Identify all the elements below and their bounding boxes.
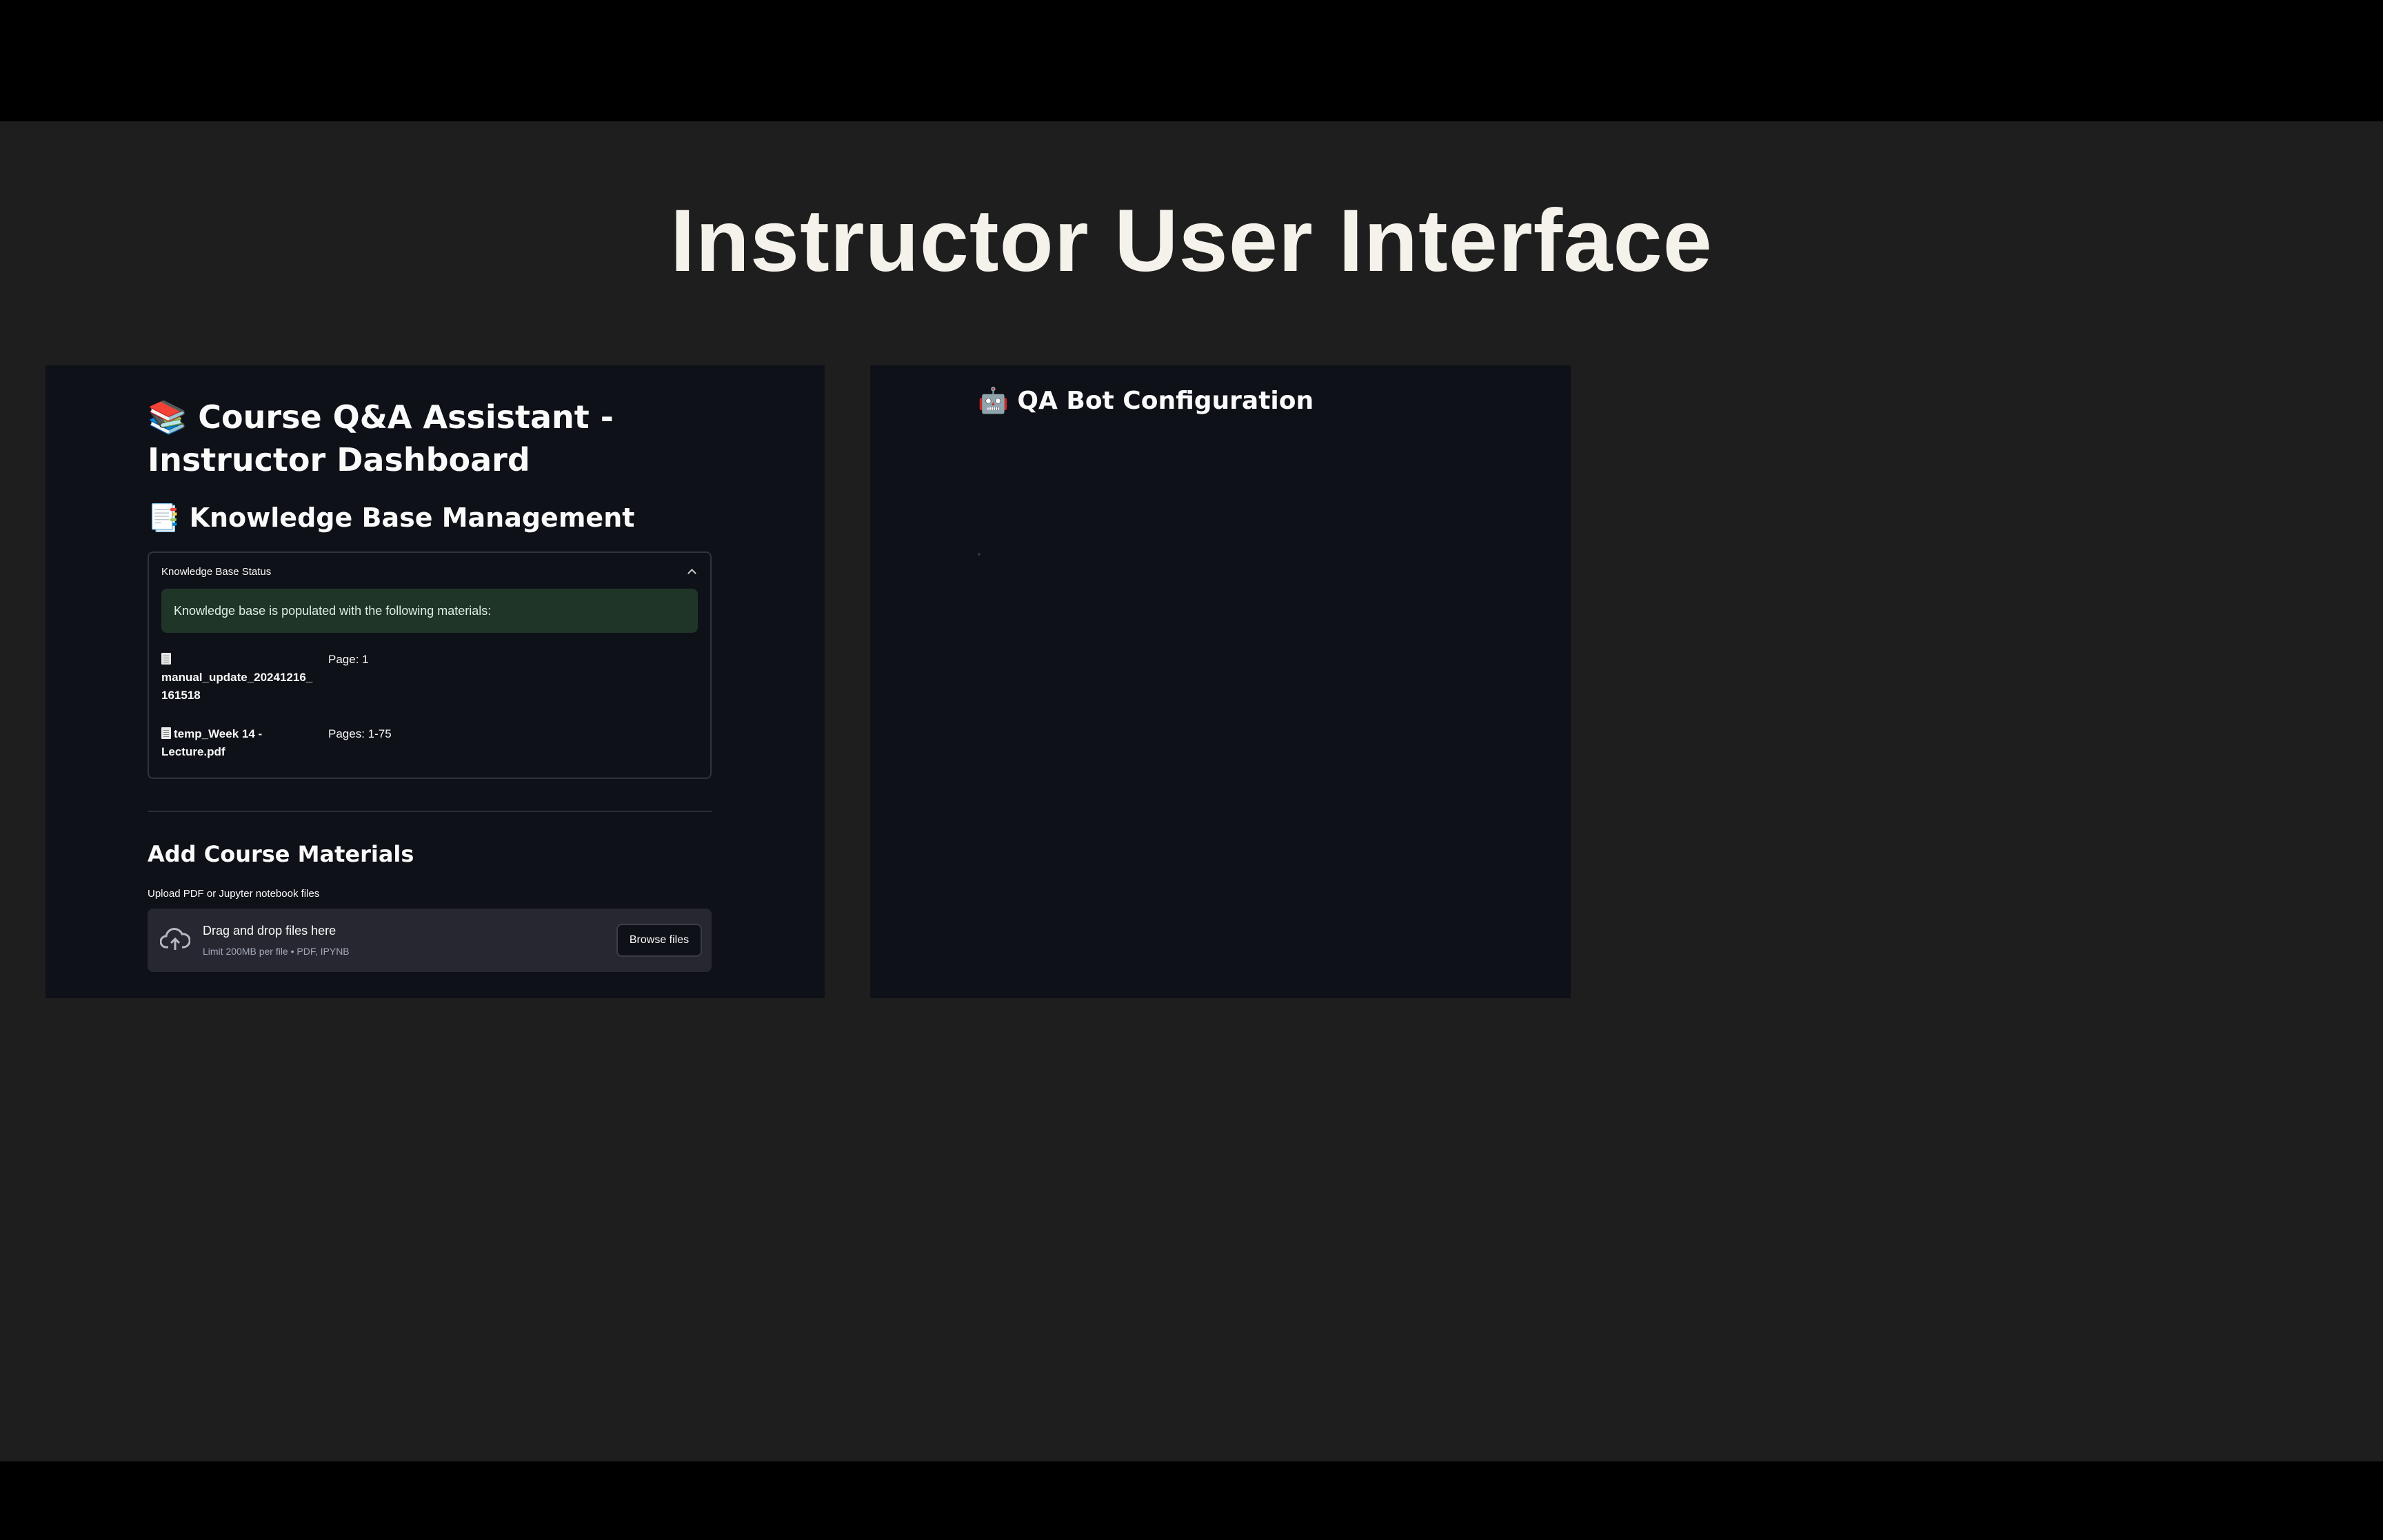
- slide-title: Instructor User Interface: [670, 192, 1713, 290]
- instructor-dashboard-screenshot: 📚 Course Q&A Assistant - Instructor Dash…: [46, 365, 825, 998]
- material-pages: Pages: 1-75: [328, 727, 392, 740]
- chevron-up-icon[interactable]: [685, 565, 698, 578]
- material-item: manual_update_20241216_ 161518: [161, 651, 334, 705]
- file-icon: [161, 653, 171, 665]
- kb-status-expander[interactable]: Knowledge Base Status Knowledge base is …: [148, 551, 712, 779]
- file-dropzone[interactable]: Drag and drop files here Limit 200MB per…: [148, 909, 712, 972]
- file-icon: [161, 727, 171, 739]
- kb-status-message: Knowledge base is populated with the fol…: [161, 589, 698, 633]
- add-materials-title: Add Course Materials: [148, 841, 414, 867]
- material-item: temp_Week 14 - Lecture.pdf: [161, 727, 263, 758]
- browse-files-button[interactable]: Browse files: [616, 924, 702, 957]
- qa-bot-config-screenshot: 🤖 QA Bot Configuration: [870, 365, 1571, 998]
- upload-label: Upload PDF or Jupyter notebook files: [148, 888, 320, 900]
- document-icon: 📑: [148, 503, 181, 533]
- dropzone-text: Drag and drop files here: [203, 924, 336, 938]
- dropzone-limit: Limit 200MB per file • PDF, IPYNB: [203, 946, 350, 957]
- material-pages: Page: 1: [328, 653, 369, 666]
- divider: [148, 811, 712, 812]
- section-title: 📑 Knowledge Base Management: [148, 503, 635, 533]
- expander-label: Knowledge Base Status: [161, 565, 272, 578]
- page-title: 🤖 QA Bot Configuration: [978, 387, 1314, 415]
- books-icon: 📚: [148, 398, 188, 436]
- robot-icon: 🤖: [978, 387, 1009, 415]
- page-title: 📚 Course Q&A Assistant - Instructor Dash…: [148, 398, 614, 478]
- cloud-upload-icon: [160, 928, 190, 950]
